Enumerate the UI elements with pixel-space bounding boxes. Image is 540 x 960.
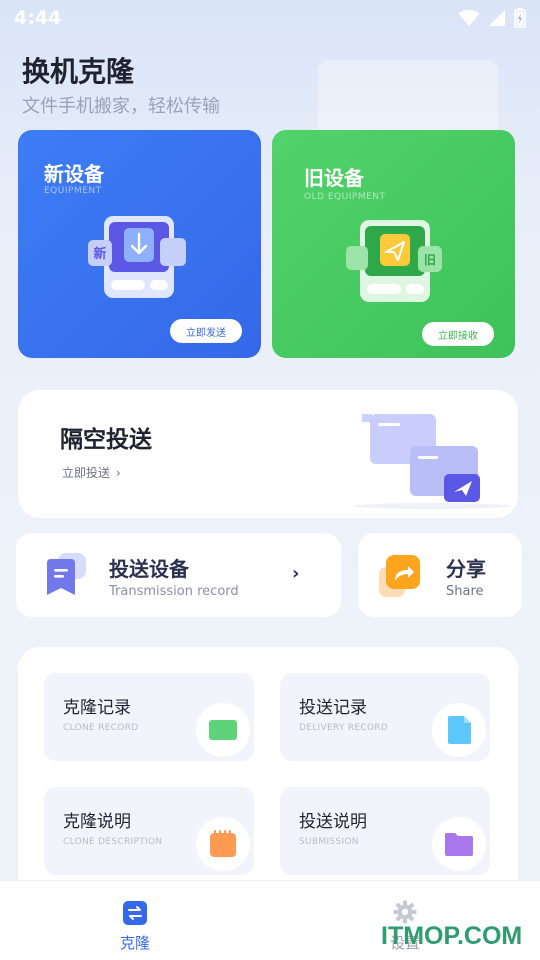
delivery-record-tile[interactable]: 投送记录 DELIVERY RECORD: [280, 673, 490, 761]
tile-icon-circle: [432, 817, 486, 871]
submission-description-tile[interactable]: 投送说明 SUBMISSION: [280, 787, 490, 875]
tile-title: 克隆说明: [63, 812, 131, 832]
tile-icon-circle: [196, 703, 250, 757]
airdrop-link-label: 立即投送: [62, 466, 111, 480]
gear-icon: [393, 900, 417, 924]
clone-record-tile[interactable]: 克隆记录 CLONE RECORD: [44, 673, 254, 761]
airdrop-card[interactable]: 隔空投送 立即投送 ›: [18, 390, 518, 518]
windows-send-icon: [354, 414, 510, 509]
new-device-card[interactable]: 新设备 EQUIPMENT 新 立即发送: [18, 130, 261, 358]
orange-notepad-icon: [210, 830, 236, 857]
purple-folder-icon: [445, 833, 473, 856]
blue-file-icon: [448, 716, 471, 744]
new-device-title: 新设备: [44, 162, 104, 186]
share-subtitle: Share: [446, 584, 484, 599]
tile-subtitle: CLONE DESCRIPTION: [63, 837, 163, 847]
transmission-subtitle: Transmission record: [109, 584, 239, 599]
clone-description-tile[interactable]: 克隆说明 CLONE DESCRIPTION: [44, 787, 254, 875]
page-title: 换机克隆: [22, 55, 135, 88]
new-device-subtitle: EQUIPMENT: [44, 186, 102, 196]
tile-title: 克隆记录: [63, 698, 131, 718]
new-badge: 新: [93, 246, 106, 262]
share-title: 分享: [446, 557, 486, 581]
share-arrow-icon: [379, 555, 420, 597]
receive-now-button[interactable]: 立即接收: [422, 322, 494, 346]
header-decoration: [318, 60, 498, 136]
airdrop-title: 隔空投送: [60, 427, 152, 453]
tile-subtitle: SUBMISSION: [299, 837, 359, 847]
status-time: 4:44: [14, 7, 62, 29]
chevron-right-icon: ›: [292, 563, 300, 584]
status-bar: 4:44: [0, 0, 540, 36]
airdrop-link[interactable]: 立即投送 ›: [62, 464, 121, 481]
chevron-right-icon: ›: [115, 466, 121, 480]
page-subtitle: 文件手机搬家，轻松传输: [22, 96, 220, 117]
old-badge: 旧: [424, 253, 436, 267]
transmission-device-card[interactable]: 投送设备 Transmission record ›: [16, 533, 341, 617]
battery-charging-icon: [514, 8, 526, 28]
records-panel: 克隆记录 CLONE RECORD 投送记录 DELIVERY RECORD 克…: [18, 647, 518, 907]
cell-signal-icon: [489, 10, 505, 26]
watermark-text: ITMOP.COM: [381, 922, 523, 950]
green-card-icon: [209, 720, 237, 740]
tile-title: 投送说明: [299, 812, 367, 832]
share-card[interactable]: 分享 Share: [358, 533, 522, 617]
tile-subtitle: DELIVERY RECORD: [299, 723, 389, 733]
old-phone-send-icon: 旧: [346, 220, 442, 302]
tile-subtitle: CLONE RECORD: [63, 723, 139, 733]
old-device-card[interactable]: 旧设备 OLD EQUIPMENT 旧 立即接收: [272, 130, 515, 358]
swap-icon: [123, 901, 147, 925]
status-icons: [458, 8, 526, 28]
tile-icon-circle: [196, 817, 250, 871]
new-phone-download-icon: 新: [88, 216, 186, 298]
transmission-title: 投送设备: [109, 557, 189, 581]
wifi-icon: [458, 9, 480, 26]
nav-label-clone: 克隆: [119, 934, 150, 952]
bookmark-document-icon: [47, 553, 86, 595]
tile-title: 投送记录: [299, 698, 367, 718]
tile-icon-circle: [432, 703, 486, 757]
old-device-subtitle: OLD EQUIPMENT: [304, 192, 386, 202]
send-now-button[interactable]: 立即发送: [170, 319, 242, 343]
old-device-title: 旧设备: [304, 166, 364, 190]
nav-item-clone[interactable]: 克隆: [85, 881, 185, 960]
